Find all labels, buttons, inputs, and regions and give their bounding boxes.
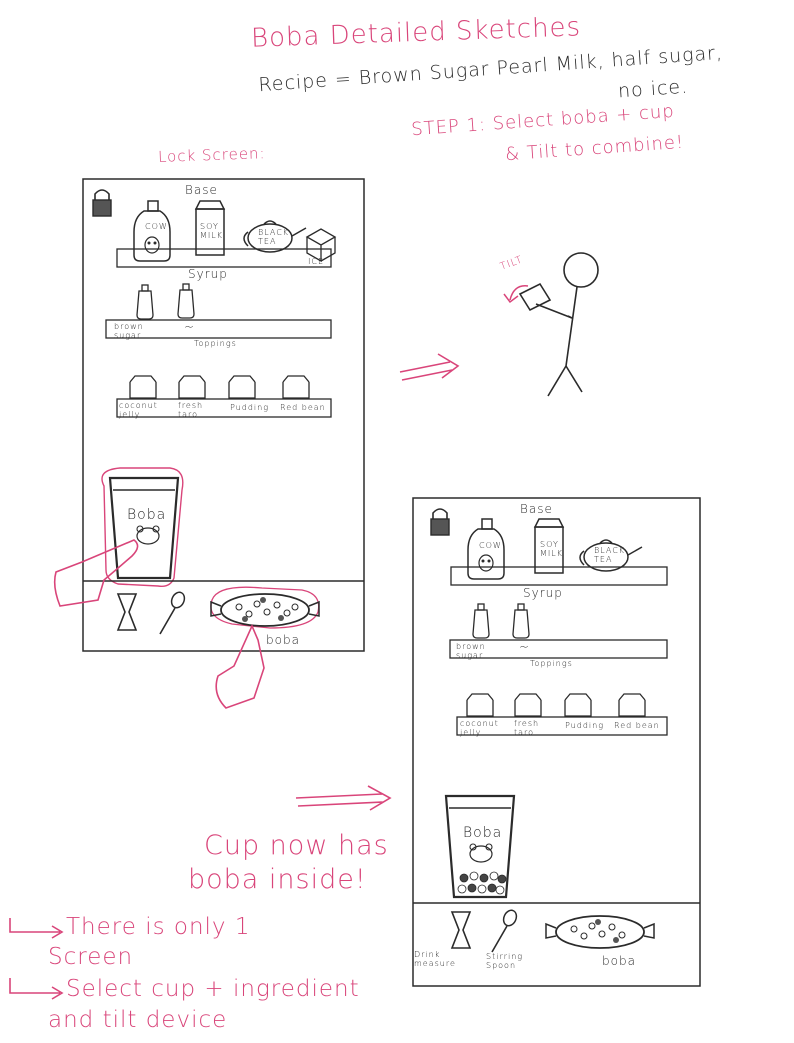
bullet-arrow-2 [9,978,64,1000]
boba-pearls-in-cup [457,871,507,895]
tea-label-1: BLACK TEA [258,228,290,246]
topping-box-6-icon [514,693,542,717]
toppings-title-1: Toppings [194,339,237,348]
spoon-icon-2[interactable] [491,908,519,953]
boba-tray-2[interactable] [545,915,655,949]
bullet-2-line-1: Select cup + ingredient [66,976,360,1002]
ice-label-1: ICE [308,257,324,266]
syrup-item-4-label: ~ [519,640,531,654]
syrup-bottle-2-icon [177,283,195,319]
topping-box-8-icon [618,693,646,717]
topping-8-label: Red bean [614,721,660,730]
topping-box-2-icon [178,375,206,399]
base-shelf-2 [450,566,668,586]
tea-label-2: BLACK TEA [594,546,626,564]
cup-label-1: Boba [127,507,167,523]
syrup-item-1-label: brown sugar [114,322,144,340]
topping-2-label: fresh taro [178,401,204,419]
drink-measure-icon-2[interactable] [450,911,472,949]
arrow-2 [295,785,392,811]
toppings-title-2: Toppings [530,659,573,668]
sketch-canvas [9,178,701,1000]
drink-measure-icon-1[interactable] [116,593,138,631]
soy-label-1: SOY MILK [200,222,223,240]
bullet-1-line-2: Screen [48,944,134,970]
cup-note-line-2: boba inside! [188,864,367,895]
bullet-1-line-1: There is only 1 [66,914,251,940]
topping-box-5-icon [466,693,494,717]
bullet-arrow-1 [9,918,64,939]
topping-3-label: Pudding [230,403,270,412]
cup-label-2: Boba [463,825,503,841]
tray-label-1: boba [266,633,300,647]
topping-box-7-icon [564,693,592,717]
bear-icon-1 [136,525,160,545]
stick-figure [518,252,599,397]
drink-measure-label: Drink measure [414,950,456,968]
hand-pointer-tray [215,624,265,709]
topping-6-label: fresh taro [514,719,540,737]
cow-label-2: COW [479,541,502,550]
topping-4-label: Red bean [280,403,326,412]
syrup-bottle-1-icon [136,284,154,320]
bullet-2-line-2: and tilt device [48,1007,228,1033]
syrup-title-2: Syrup [523,586,563,600]
lock-icon [92,189,112,217]
topping-box-4-icon [282,375,310,399]
cow-milk-icon [133,200,171,262]
topping-box-1-icon [129,375,157,399]
base-title-2: Base [520,502,553,516]
cow-label-1: COW [145,222,168,231]
hand-pointer-cup [53,539,139,607]
cup-note-line-1: Cup now has [204,830,389,861]
syrup-title-1: Syrup [188,267,228,281]
arrow-1 [399,353,460,381]
spoon-icon-1[interactable] [159,590,187,635]
boba-tray-1[interactable] [210,593,320,627]
topping-7-label: Pudding [565,721,605,730]
lock-icon-2 [430,508,450,536]
topping-box-3-icon [228,375,256,399]
syrup-bottle-4-icon [512,603,530,639]
syrup-item-2-label: ~ [184,320,196,334]
syrup-bottle-3-icon [472,603,490,639]
topping-5-label: coconut jelly [460,719,499,737]
soy-label-2: SOY MILK [540,540,563,558]
base-title-1: Base [185,183,218,197]
tray-label-2: boba [602,954,636,968]
bear-icon-2 [469,843,493,863]
topping-1-label: coconut jelly [119,401,158,419]
stirring-spoon-label: Stirring Spoon [486,952,524,970]
syrup-item-3-label: brown sugar [456,642,486,660]
